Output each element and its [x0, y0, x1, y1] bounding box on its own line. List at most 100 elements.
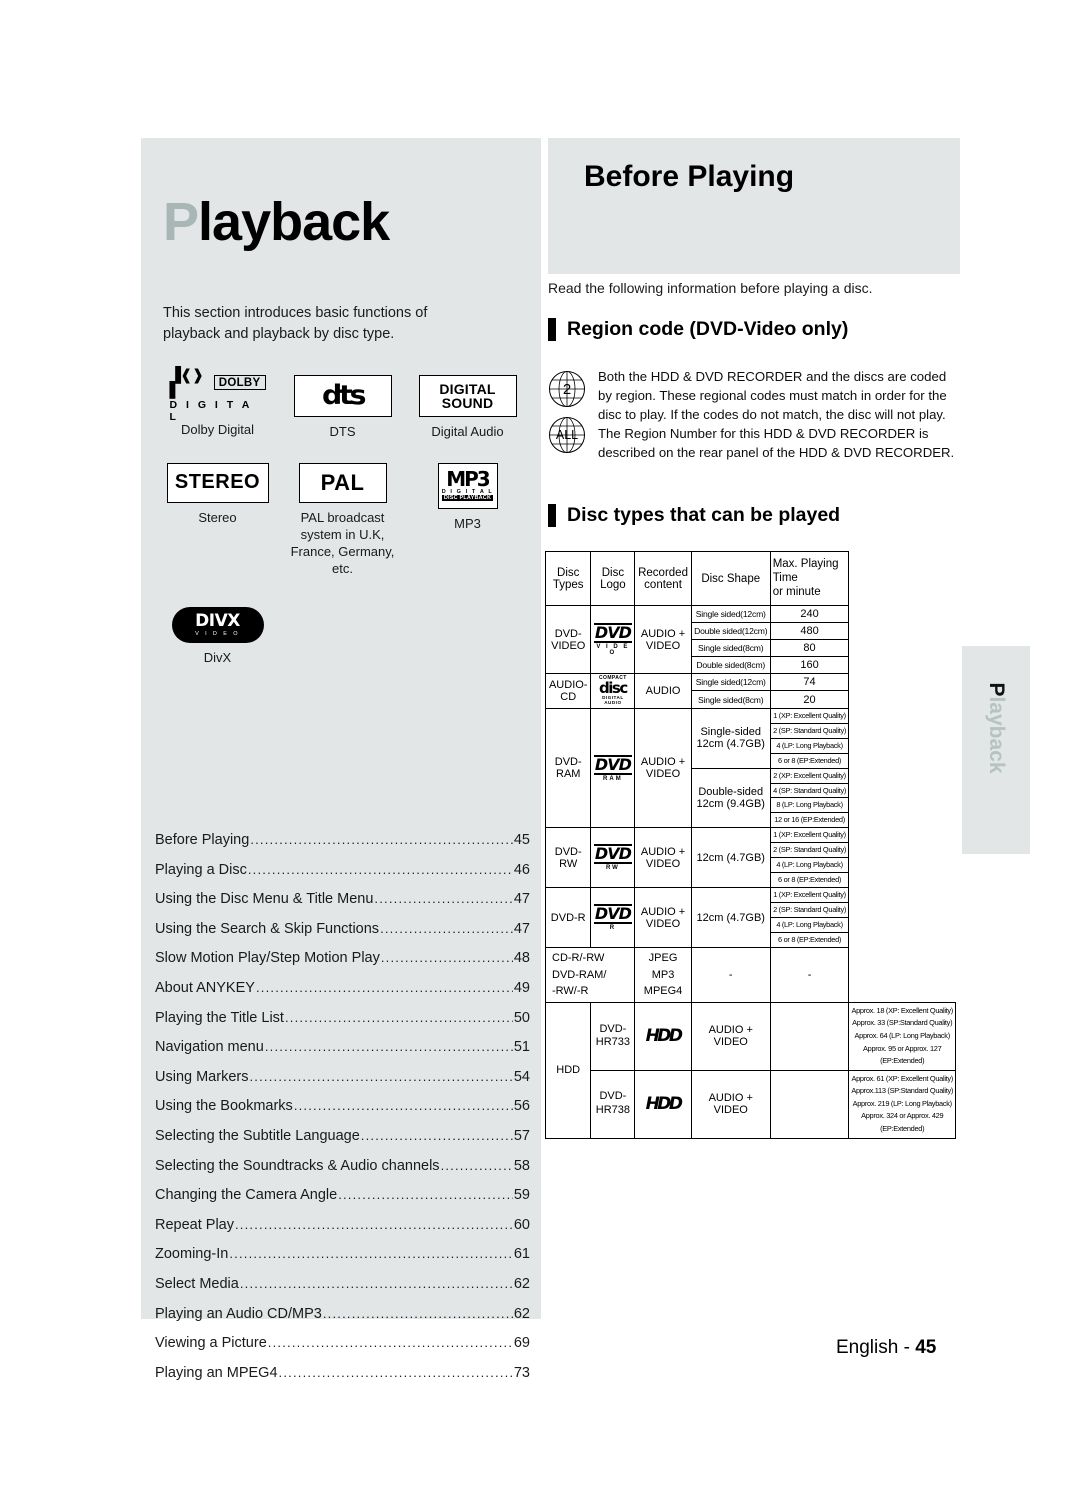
hdd738-time-3: Approx. 219 (LP: Long Playback) [852, 1098, 952, 1108]
table-row: DVD-RW DVD RW AUDIO + VIDEO 12cm (4.7GB) … [544, 827, 956, 889]
cell-disc-shape [769, 1001, 850, 1071]
cell-disc-shape: Single-sided 12cm (4.7GB) [690, 707, 771, 769]
dolby-box-label: DOLBY [213, 374, 266, 391]
dolby-bottom-label: D I G I T A L [169, 398, 252, 423]
dvd-logo-sub: RAM [603, 775, 623, 782]
cdr-type-line2: DVD-RAM/ [552, 968, 607, 981]
toc-entry[interactable]: Select Media............................… [155, 1276, 530, 1306]
cell-hdd-model-733: DVD- HR733 [590, 1001, 636, 1071]
toc-entry[interactable]: Viewing a Picture.......................… [155, 1335, 530, 1365]
cell-disc-shape [769, 1069, 850, 1139]
toc-entry-page: 61 [513, 1246, 530, 1263]
globe-region-2-label: 2 [562, 380, 572, 398]
toc-entry[interactable]: Changing the Camera Angle...............… [155, 1187, 530, 1217]
toc-entry[interactable]: Using Markers...........................… [155, 1069, 530, 1099]
cell-playing-time: 12 or 16 (EP:Extended) [769, 812, 850, 829]
shape-line1: Single-sided [700, 726, 761, 739]
cdr-type-line3: -RW/-R [552, 985, 589, 998]
toc-entry-page: 46 [513, 861, 530, 878]
table-header-disc-shape: Disc Shape [690, 550, 771, 607]
toc-entry-page: 54 [513, 1068, 530, 1085]
cell-playing-time: 6 or 8 (EP:Extended) [769, 932, 850, 949]
toc-entry[interactable]: Playing the Title List..................… [155, 1010, 530, 1040]
toc-leader-dots: ........................................… [229, 1246, 513, 1262]
footer-language: English - [836, 1337, 916, 1358]
section-header-panel [548, 138, 960, 274]
divx-small-label: V I D E O [195, 631, 240, 638]
toc-entry[interactable]: Repeat Play.............................… [155, 1217, 530, 1247]
cell-playing-time: - [769, 947, 850, 1003]
table-row: CD-R/-RW DVD-RAM/ -RW/-R JPEG MP3 MPEG4 … [544, 947, 956, 1003]
cell-playing-time: 20 [769, 690, 850, 709]
section-bullet-icon [548, 504, 556, 527]
digital-sound-line2: SOUND [441, 395, 494, 411]
toc-leader-dots: ........................................… [380, 950, 513, 966]
toc-entry[interactable]: Slow Motion Play/Step Motion Play.......… [155, 950, 530, 980]
logo-caption: DTS [329, 424, 356, 439]
toc-leader-dots: ........................................… [250, 832, 513, 847]
region-code-text: Both the HDD & DVD RECORDER and the disc… [598, 369, 955, 460]
cell-playing-time: 240 [769, 605, 850, 624]
table-row: AUDIO-CD COMPACT disc DIGITAL AUDIO AUDIO … [544, 673, 956, 709]
cdr-type-line1: CD-R/-RW [552, 952, 605, 965]
logo-caption: Digital Audio [431, 424, 504, 439]
toc-leader-dots: ........................................… [293, 1098, 513, 1114]
toc-entry-page: 59 [513, 1187, 530, 1204]
toc-entry[interactable]: Selecting the Subtitle Language.........… [155, 1128, 530, 1158]
dts-icon: dts [293, 375, 392, 417]
cell-disc-shape: Double sided(12cm) [690, 622, 771, 641]
toc-entry[interactable]: Before Playing..........................… [155, 832, 530, 862]
cell-recorded-content: AUDIO + VIDEO [634, 827, 692, 889]
toc-entry[interactable]: Using the Bookmarks.....................… [155, 1098, 530, 1128]
toc-entry-page: 47 [513, 891, 530, 908]
cell-playing-time: 1 (XP: Excellent Quality) [769, 827, 850, 844]
toc-entry[interactable]: Navigation menu.........................… [155, 1039, 530, 1069]
side-tab: Playback [962, 646, 1030, 854]
logo-row-1: ▐❰❱▌ DOLBY D I G I T A L Dolby Digital d… [155, 367, 530, 441]
toc-entry-page: 50 [513, 1009, 530, 1026]
toc-entry[interactable]: About ANYKEY............................… [155, 980, 530, 1010]
cell-playing-time: 6 or 8 (EP:Extended) [769, 872, 850, 889]
digital-sound-icon: DIGITAL SOUND [418, 375, 517, 417]
side-tab-text: Playback [984, 624, 1008, 832]
hdd733-time-5: (EP:Extended) [880, 1056, 925, 1066]
footer-page-number: 45 [915, 1337, 937, 1358]
cdr-content-line3: MPEG4 [643, 985, 683, 998]
toc-leader-dots: ........................................… [380, 920, 513, 936]
table-of-contents: Before Playing..........................… [155, 832, 530, 1394]
logo-caption: PAL broadcast system in U.K, France, Ger… [290, 509, 395, 576]
toc-entry[interactable]: Playing an Audio CD/MP3.................… [155, 1306, 530, 1336]
cell-recorded-content: AUDIO + VIDEO [634, 887, 692, 949]
cell-recorded-content: AUDIO + VIDEO [690, 1001, 771, 1071]
toc-entry[interactable]: Playing an MPEG4........................… [155, 1365, 530, 1395]
cell-recorded-content: AUDIO + VIDEO [634, 605, 692, 675]
dvd-logo-word: DVD [593, 904, 632, 925]
region-globes: 2 ALL [548, 368, 590, 462]
toc-entry-page: 47 [513, 920, 530, 937]
dts-label: dts [321, 379, 366, 411]
page-title: Playback [163, 195, 390, 249]
toc-entry-label: Playing the Title List [155, 1009, 284, 1026]
cell-playing-time: 2 (SP: Standard Quality) [769, 902, 850, 919]
toc-entry[interactable]: Using the Disc Menu & Title Menu........… [155, 891, 530, 921]
hdd733-time-4: Approx. 95 or Approx. 127 [863, 1043, 942, 1053]
toc-entry-label: Using the Disc Menu & Title Menu [155, 891, 374, 908]
cell-playing-time: 80 [769, 639, 850, 658]
hdd738-time-5: (EP:Extended) [880, 1124, 925, 1134]
cell-audio-cd-logo: COMPACT disc DIGITAL AUDIO [590, 673, 636, 709]
page-footer: English - 45 [836, 1337, 936, 1359]
toc-entry[interactable]: Playing a Disc..........................… [155, 862, 530, 892]
toc-entry-page: 56 [513, 1098, 530, 1115]
cell-disc-type: DVD-VIDEO [544, 605, 592, 675]
toc-entry[interactable]: Selecting the Soundtracks & Audio channe… [155, 1158, 530, 1188]
dvd-logo-sub: V I D E O [596, 644, 630, 657]
divx-big-label: DIVX [195, 611, 240, 632]
region-code-block: 2 ALL Both the HDD & DVD RECORDER and th… [548, 368, 960, 462]
hdd-model-line2: HR733 [595, 1036, 631, 1049]
toc-entry[interactable]: Using the Search & Skip Functions.......… [155, 921, 530, 951]
cell-dvd-rw-logo: DVD RW [590, 827, 636, 889]
toc-entry-label: Changing the Camera Angle [155, 1187, 338, 1204]
section-heading-label: Disc types that can be played [567, 504, 841, 526]
toc-leader-dots: ........................................… [247, 861, 513, 877]
toc-entry[interactable]: Zooming-In..............................… [155, 1246, 530, 1276]
